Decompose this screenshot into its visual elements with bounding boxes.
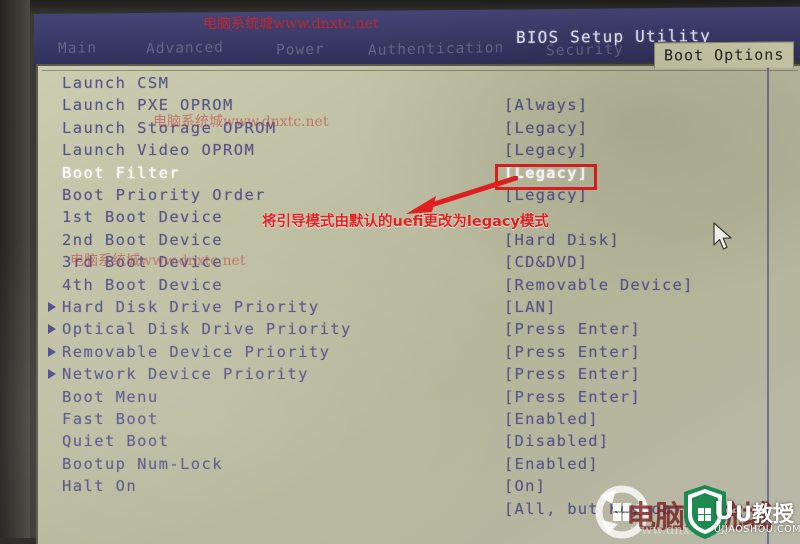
settings-row[interactable]: Network Device Priority xyxy=(38,365,800,388)
settings-row[interactable]: Launch Storage OPROM xyxy=(38,119,800,142)
logo-letter-u: U xyxy=(714,496,735,525)
settings-row[interactable]: Boot Priority Order xyxy=(38,186,800,209)
settings-row-label: Network Device Priority xyxy=(62,365,309,384)
settings-row-label: Removable Device Priority xyxy=(62,342,331,361)
settings-row-value[interactable]: [Enabled] xyxy=(504,410,599,428)
settings-row-value[interactable]: [Press Enter] xyxy=(504,320,641,338)
settings-row-value[interactable]: [Press Enter] xyxy=(504,365,641,383)
settings-row-label: Boot Filter xyxy=(62,163,181,182)
settings-row-label: Bootup Num-Lock xyxy=(62,454,223,473)
submenu-triangle-icon xyxy=(48,346,56,357)
settings-row-label: Quiet Boot xyxy=(62,432,170,451)
monitor-bezel-left xyxy=(0,0,30,544)
settings-row-label: 4th Boot Device xyxy=(62,275,223,294)
settings-row-value[interactable]: [Removable Device] xyxy=(504,276,694,294)
menu-item-main[interactable]: Main xyxy=(58,40,97,57)
menu-item-authentication[interactable]: Authentication xyxy=(368,40,504,59)
settings-row-value[interactable]: [Press Enter] xyxy=(504,343,641,361)
settings-row[interactable]: Launch CSM xyxy=(38,74,800,97)
settings-row-value[interactable]: [Enabled] xyxy=(504,455,599,473)
settings-row-label: 1st Boot Device xyxy=(62,208,223,227)
settings-row-label: Optical Disk Drive Priority xyxy=(62,320,352,339)
settings-row-label: Halt On xyxy=(62,477,138,496)
settings-row-value[interactable]: [Disabled] xyxy=(504,432,609,450)
settings-row-value[interactable]: [Legacy] xyxy=(504,119,588,137)
menu-item-power[interactable]: Power xyxy=(276,42,325,59)
mouse-pointer-icon xyxy=(713,222,732,250)
logo-domain: UJIAOSHOU.COM xyxy=(714,524,800,535)
settings-row[interactable]: Quiet Boot xyxy=(38,432,800,455)
settings-row-label: Launch PXE OPROM xyxy=(62,96,234,115)
settings-row[interactable]: Launch Video OPROM xyxy=(38,141,800,164)
submenu-triangle-icon xyxy=(48,324,56,335)
settings-row[interactable]: Removable Device Priority xyxy=(38,343,800,366)
settings-row-label: Launch CSM xyxy=(62,74,170,92)
settings-row-label: Launch Video OPROM xyxy=(62,141,256,160)
settings-row[interactable]: Boot Filter xyxy=(38,164,800,187)
settings-row-label: 3rd Boot Device xyxy=(62,253,223,272)
settings-row[interactable]: Hard Disk Drive Priority xyxy=(38,298,800,321)
settings-row-value[interactable]: [Legacy] xyxy=(504,141,588,159)
settings-row-value[interactable]: [LAN] xyxy=(504,298,557,316)
settings-row-value[interactable]: [Press Enter] xyxy=(504,388,641,406)
settings-row[interactable]: Launch PXE OPROM xyxy=(38,96,800,119)
settings-row-label: 2nd Boot Device xyxy=(62,230,223,249)
settings-row-label: Boot Menu xyxy=(62,387,159,406)
settings-row-label: Hard Disk Drive Priority xyxy=(62,298,320,316)
legacy-value-highlight-box xyxy=(495,164,597,190)
settings-panel: Launch CSM Launch PXE OPROM [Always] Launch… xyxy=(36,64,800,544)
settings-row-value[interactable]: [CD&DVD] xyxy=(504,253,588,271)
settings-row-label: Fast Boot xyxy=(62,410,159,428)
settings-row-value[interactable]: [On] xyxy=(504,477,546,495)
settings-row-value[interactable]: [Always] xyxy=(504,96,588,114)
settings-row-value[interactable]: [Hard Disk] xyxy=(504,231,620,249)
bios-screen-photo: Main Advanced Power Authentication Secur… xyxy=(0,0,800,544)
settings-row-list: Launch CSM Launch PXE OPROM [Always] Launch… xyxy=(38,66,800,544)
settings-row[interactable]: Fast Boot xyxy=(38,410,800,433)
settings-row[interactable]: 3rd Boot Device xyxy=(38,253,800,276)
tab-boot-options[interactable]: Boot Options xyxy=(654,41,795,69)
menu-item-advanced[interactable]: Advanced xyxy=(146,40,224,58)
settings-row[interactable]: 2nd Boot Device xyxy=(38,231,800,254)
settings-row[interactable]: Optical Disk Drive Priority xyxy=(38,320,800,343)
site-logo-watermark: 电脑系统城 www.dnxtc.net U U教授 UJIAOSHOU.COM xyxy=(590,480,800,542)
settings-row-label: Boot Priority Order xyxy=(62,186,266,204)
settings-row[interactable]: Bootup Num-Lock xyxy=(38,455,800,478)
submenu-triangle-icon xyxy=(48,369,56,380)
annotation-text: 将引导模式由默认的uefi更改为legacy模式 xyxy=(262,214,549,230)
settings-row[interactable]: Boot Menu xyxy=(38,388,800,411)
submenu-triangle-icon xyxy=(48,302,56,312)
settings-row-label: Launch Storage OPROM xyxy=(62,118,277,137)
